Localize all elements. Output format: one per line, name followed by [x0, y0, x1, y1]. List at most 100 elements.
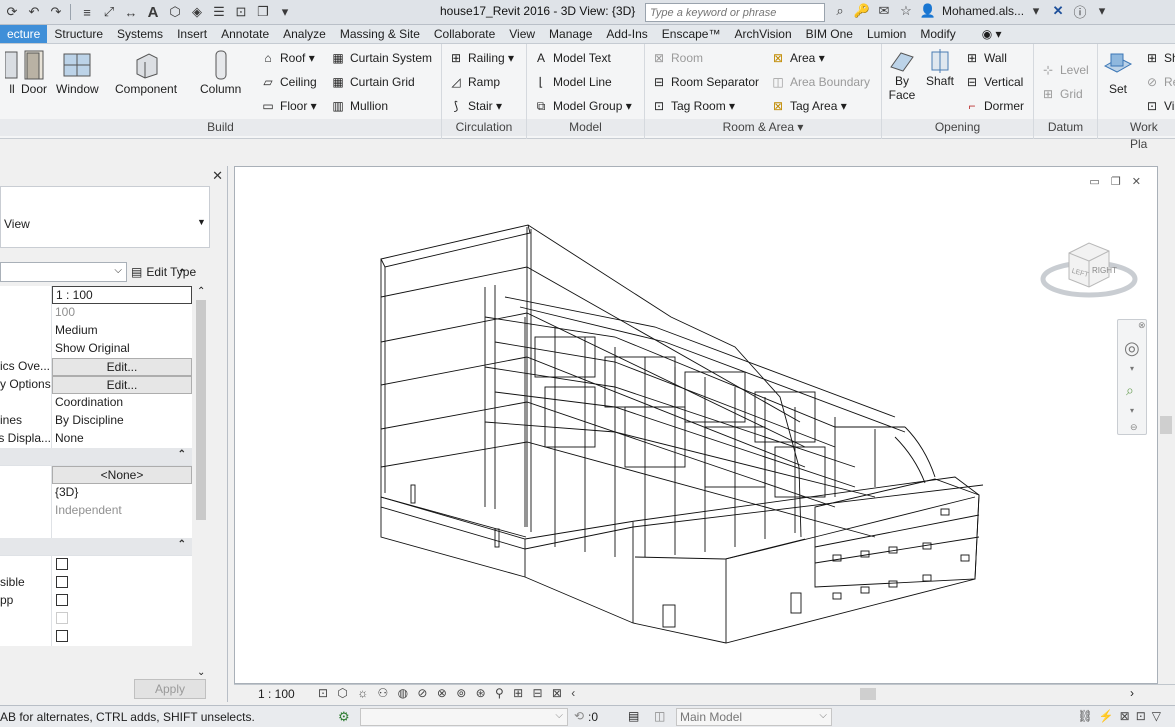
- property-edit-button[interactable]: <None>: [52, 466, 192, 484]
- user-icon[interactable]: 👤: [918, 2, 938, 20]
- switch-windows-icon[interactable]: ❐: [253, 3, 273, 21]
- favorites-star-icon[interactable]: ☆: [896, 2, 916, 20]
- property-row[interactable]: {3D}: [0, 484, 192, 502]
- tag-area-button[interactable]: ⊠ Tag Area ▾: [770, 98, 847, 114]
- curtain-grid-button[interactable]: ▦ Curtain Grid: [330, 74, 414, 90]
- collapse-chevron-icon[interactable]: ⌃: [178, 268, 186, 279]
- mullion-button[interactable]: ▥ Mullion: [330, 98, 388, 114]
- property-value[interactable]: Medium: [52, 322, 192, 340]
- sync-icon[interactable]: ⟳: [2, 3, 22, 21]
- property-value[interactable]: 100: [52, 304, 192, 322]
- scroll-thumb[interactable]: [196, 300, 206, 520]
- edit-type-button[interactable]: ▤ Edit Type: [131, 262, 209, 282]
- property-row[interactable]: 1 : 100: [0, 286, 192, 304]
- ref-plane-button[interactable]: ⊘ Re: [1144, 74, 1175, 90]
- property-row[interactable]: Show Original: [0, 340, 192, 358]
- selection-toggle-icons[interactable]: ⛓⚡⊠⊡▽: [1077, 709, 1167, 723]
- model-line-button[interactable]: ⌊ Model Line: [533, 74, 612, 90]
- show-workplane-button[interactable]: ⊞ Sh: [1144, 50, 1175, 66]
- tab-archvision[interactable]: ArchVision: [727, 25, 798, 43]
- property-group-header[interactable]: ⌃: [0, 538, 192, 556]
- component-button[interactable]: Component: [115, 48, 177, 96]
- property-row[interactable]: Medium: [0, 322, 192, 340]
- property-row[interactable]: 100: [0, 304, 192, 322]
- text-icon[interactable]: A: [143, 3, 163, 21]
- thin-lines-icon[interactable]: ☰: [209, 3, 229, 21]
- property-row[interactable]: ics Ove... Edit...: [0, 358, 192, 376]
- room-separator-button[interactable]: ⊟ Room Separator: [651, 74, 759, 90]
- worksets-icon[interactable]: ⚙: [338, 709, 350, 725]
- redo-icon[interactable]: ↷: [46, 3, 66, 21]
- stair-button[interactable]: ⟆ Stair ▾: [448, 98, 502, 114]
- level-button[interactable]: ⊹ Level: [1040, 62, 1089, 78]
- undo-icon[interactable]: ↶: [24, 3, 44, 21]
- scroll-up-icon[interactable]: ⌃: [197, 286, 205, 297]
- section-icon[interactable]: ◈: [187, 3, 207, 21]
- property-row[interactable]: y Options Edit...: [0, 376, 192, 394]
- property-row[interactable]: [0, 628, 192, 646]
- property-value[interactable]: Show Original: [52, 340, 192, 358]
- scroll-thumb[interactable]: [1160, 416, 1172, 434]
- horizontal-scrollbar[interactable]: ›: [614, 686, 1134, 701]
- align-icon[interactable]: ≡: [77, 3, 97, 21]
- chevron-down-icon[interactable]: ▾: [1026, 2, 1046, 20]
- ceiling-button[interactable]: ▱ Ceiling: [260, 74, 316, 90]
- property-edit-button[interactable]: Edit...: [52, 376, 192, 394]
- dormer-button[interactable]: ⌐ Dormer: [964, 98, 1024, 114]
- tab-annotate[interactable]: Annotate: [214, 25, 276, 43]
- measure-icon[interactable]: ⤢: [99, 3, 119, 21]
- door-button[interactable]: Door: [18, 48, 50, 96]
- tab-view[interactable]: View: [502, 25, 542, 43]
- help-icon[interactable]: ⓘ: [1070, 2, 1090, 20]
- property-value[interactable]: [52, 628, 192, 646]
- user-name[interactable]: Mohamed.als...: [942, 4, 1024, 18]
- design-options-icon[interactable]: ▤: [628, 709, 639, 723]
- tab-manage[interactable]: Manage: [542, 25, 599, 43]
- collapse-chevron-icon[interactable]: ⌃: [178, 539, 186, 550]
- property-value[interactable]: [52, 574, 192, 592]
- 3d-viewport[interactable]: ▭ ❐ ✕ LEFT RIGHT ⊗ ◎ ▾ ⌕ ▾ ⊖: [234, 166, 1158, 684]
- property-checkbox[interactable]: [56, 558, 68, 570]
- by-face-button[interactable]: By Face: [886, 48, 918, 102]
- tab-structure[interactable]: Structure: [47, 25, 110, 43]
- exchange-apps-icon[interactable]: ✕: [1048, 2, 1068, 20]
- help-dropdown-icon[interactable]: ▾: [1092, 2, 1112, 20]
- tab-collaborate[interactable]: Collaborate: [427, 25, 502, 43]
- tab-insert[interactable]: Insert: [170, 25, 214, 43]
- property-row[interactable]: [0, 520, 192, 538]
- grid-button[interactable]: ⊞ Grid: [1040, 86, 1083, 102]
- curtain-system-button[interactable]: ▦ Curtain System: [330, 50, 432, 66]
- property-value[interactable]: [52, 520, 192, 538]
- property-row[interactable]: sible: [0, 574, 192, 592]
- scroll-down-icon[interactable]: ⌄: [197, 667, 205, 678]
- property-value[interactable]: None: [52, 430, 192, 448]
- close-hidden-icon[interactable]: ⊡: [231, 3, 251, 21]
- type-selector[interactable]: View ▼: [0, 186, 210, 248]
- scroll-thumb[interactable]: [860, 688, 876, 700]
- model-group-button[interactable]: ⧉ Model Group ▾: [533, 98, 632, 114]
- collapse-chevron-icon[interactable]: ⌃: [178, 449, 186, 460]
- customize-icon[interactable]: ▾: [275, 3, 295, 21]
- shaft-button[interactable]: Shaft: [924, 48, 956, 88]
- tab-analyze[interactable]: Analyze: [276, 25, 333, 43]
- vertical-button[interactable]: ⊟ Vertical: [964, 74, 1023, 90]
- property-row[interactable]: [0, 610, 192, 628]
- tab-systems[interactable]: Systems: [110, 25, 170, 43]
- floor-button[interactable]: ▭ Floor ▾: [260, 98, 316, 114]
- main-model-dropdown[interactable]: Main Model ⌵: [676, 708, 832, 726]
- viewport-vertical-scrollbar[interactable]: [1158, 166, 1175, 684]
- properties-scrollbar[interactable]: ⌃ ⌄: [194, 286, 208, 678]
- search-input[interactable]: [645, 3, 825, 22]
- property-value[interactable]: 1 : 100: [52, 286, 192, 304]
- close-icon[interactable]: ✕: [212, 168, 223, 184]
- main-model-icon[interactable]: ◫: [654, 709, 665, 723]
- view-control-icons[interactable]: ⊡ ⬡ ☼ ⚇ ◍ ⊘ ⊗ ⊚ ⊛ ⚲ ⊞ ⊟ ⊠ ‹: [318, 686, 578, 700]
- property-row[interactable]: ines By Discipline: [0, 412, 192, 430]
- property-checkbox[interactable]: [56, 594, 68, 606]
- column-button[interactable]: Column: [200, 48, 241, 96]
- workset-dropdown[interactable]: ⌵: [360, 708, 568, 726]
- window-button[interactable]: Window: [56, 48, 99, 96]
- railing-button[interactable]: ⊞ Railing ▾: [448, 50, 514, 66]
- tab-enscape[interactable]: Enscape™: [655, 25, 728, 43]
- property-value[interactable]: By Discipline: [52, 412, 192, 430]
